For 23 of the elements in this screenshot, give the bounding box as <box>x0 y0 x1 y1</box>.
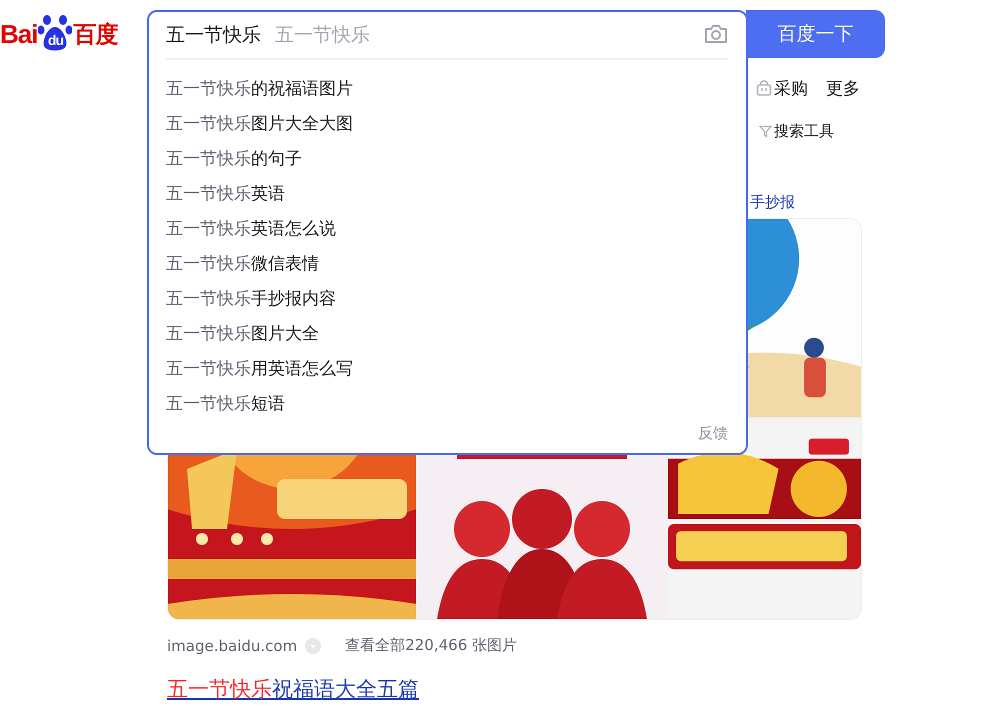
suggestion-item[interactable]: 五一节快乐用英语怎么写 <box>149 352 746 387</box>
suggestion-item[interactable]: 五一节快乐英语 <box>149 177 746 212</box>
source-url: image.baidu.com <box>167 636 298 654</box>
search-button[interactable]: 百度一下 <box>746 10 885 58</box>
view-all-link[interactable]: 查看全部220,466 张图片 <box>345 636 517 655</box>
logo[interactable]: Bai du 百度 <box>0 10 147 58</box>
result-title-link[interactable]: 五一节快乐祝福语大全五篇 <box>167 675 419 703</box>
suggestion-item[interactable]: 五一节快乐图片大全大图 <box>149 107 746 142</box>
suggestion-item[interactable]: 五一节快乐图片大全 <box>149 317 746 352</box>
autocomplete-hint: 五一节快乐 <box>275 23 370 48</box>
search-field[interactable]: 五一节快乐 <box>166 24 263 46</box>
filter-icon <box>759 125 772 138</box>
suggestion-item[interactable]: 五一节快乐微信表情 <box>149 247 746 282</box>
suggestion-item[interactable]: 五一节快乐英语怎么说 <box>149 212 746 247</box>
suggestion-item[interactable]: 五一节快乐短语 <box>149 387 746 422</box>
nav-tab[interactable]: 更多 <box>826 76 860 100</box>
nav-tab[interactable]: 采购 <box>756 76 808 100</box>
bag-icon <box>756 80 772 96</box>
suggestion-item[interactable]: 五一节快乐的祝福语图片 <box>149 72 746 107</box>
suggestion-item[interactable]: 五一节快乐的句子 <box>149 142 746 177</box>
suggestion-item[interactable]: 五一节快乐手抄报内容 <box>149 282 746 317</box>
related-link[interactable]: 手抄报 <box>750 193 795 212</box>
search-tools-button[interactable]: 搜索工具 <box>759 122 834 141</box>
